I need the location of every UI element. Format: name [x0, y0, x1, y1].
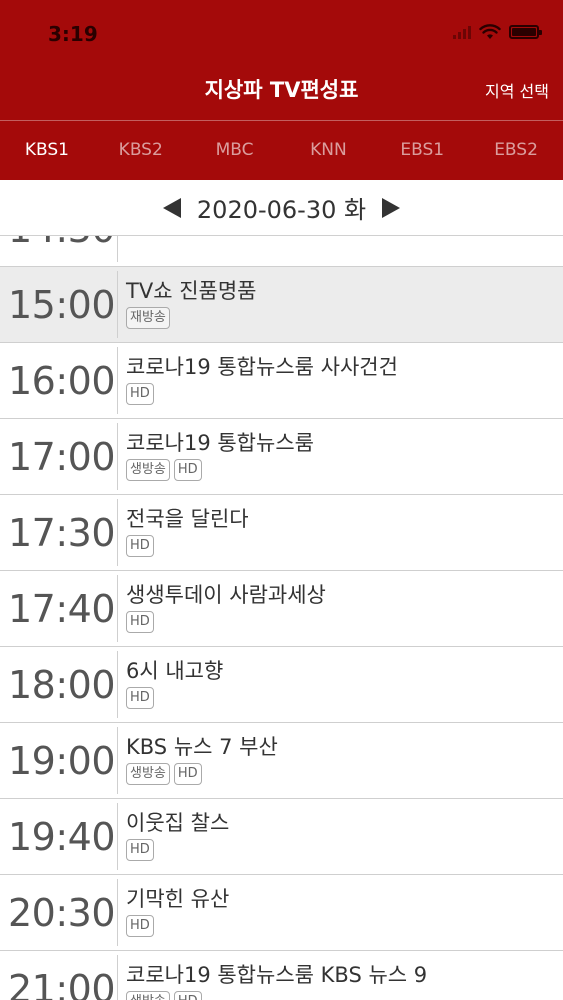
program-time: 14:30 — [8, 236, 116, 267]
hd-badge: HD — [173, 459, 202, 481]
prev-arrow-icon[interactable] — [162, 197, 181, 218]
program-time: 20:30 — [8, 891, 116, 935]
row-divider — [117, 803, 118, 870]
program-badges: 생방송HD — [126, 763, 557, 785]
program-time: 17:40 — [8, 587, 116, 631]
program-title: 6시 내고향 — [126, 659, 224, 683]
status-bar: 3:19 — [0, 0, 563, 66]
program-badges: HD — [126, 839, 557, 861]
tab-mbc[interactable]: MBC — [188, 121, 282, 180]
program-title: 코로나19 통합뉴스룸 — [126, 431, 314, 455]
live-badge: 생방송 — [126, 459, 170, 481]
row-divider — [117, 575, 118, 642]
hd-badge: HD — [126, 383, 154, 405]
page-title: 지상파 TV편성표 — [204, 78, 359, 102]
program-info: 이웃집 찰스 HD — [126, 809, 557, 861]
schedule-row[interactable]: 14:30재방송HD — [0, 236, 563, 267]
schedule-row[interactable]: 19:40 이웃집 찰스 HD — [0, 799, 563, 875]
program-time: 16:00 — [8, 359, 116, 403]
schedule-row[interactable]: 16:00 코로나19 통합뉴스룸 사사건건 HD — [0, 343, 563, 419]
status-time: 3:19 — [48, 22, 98, 46]
date-label: 2020-06-30 화 — [196, 196, 367, 224]
schedule-row[interactable]: 20:30 기막힌 유산 HD — [0, 875, 563, 951]
schedule-row[interactable]: 18:00 6시 내고향 HD — [0, 647, 563, 723]
row-divider — [117, 499, 118, 566]
date-navigator: 2020-06-30 화 — [0, 180, 563, 236]
program-title: 전국을 달린다 — [126, 507, 249, 531]
program-badges: HD — [126, 535, 557, 557]
schedule-row[interactable]: 19:00 KBS 뉴스 7 부산 생방송 HD — [0, 723, 563, 799]
program-badges: HD — [126, 687, 557, 709]
row-divider — [117, 727, 118, 794]
program-time: 18:00 — [8, 663, 116, 707]
status-icons — [453, 24, 542, 40]
hd-badge: HD — [126, 611, 154, 633]
row-divider — [117, 651, 118, 718]
tab-knn[interactable]: KNN — [281, 121, 375, 180]
battery-icon — [509, 25, 542, 39]
row-divider — [117, 347, 118, 414]
program-badges: 생방송HD — [126, 991, 557, 1000]
hd-badge: HD — [126, 839, 154, 861]
program-badges: 재방송 — [126, 307, 557, 329]
program-time: 17:30 — [8, 511, 116, 555]
row-divider — [117, 423, 118, 490]
row-divider — [117, 236, 118, 262]
cellular-signal-icon — [453, 25, 471, 39]
live-badge: 생방송 — [126, 763, 170, 785]
live-badge: 생방송 — [126, 991, 170, 1000]
program-title: 기막힌 유산 — [126, 887, 230, 911]
program-badges: 생방송HD — [126, 459, 557, 481]
program-title: 코로나19 통합뉴스룸 사사건건 — [126, 355, 398, 379]
hd-badge: HD — [126, 535, 154, 557]
row-divider — [117, 955, 118, 1000]
program-info: KBS 뉴스 7 부산생방송 HD — [126, 733, 557, 785]
hd-badge: HD — [126, 915, 154, 937]
program-title: KBS 뉴스 7 부산 — [126, 735, 278, 759]
program-time: 15:00 — [8, 283, 116, 327]
program-title: TV쇼 진품명품 — [126, 279, 257, 303]
hd-badge: HD — [173, 763, 202, 785]
schedule-row[interactable]: 17:30 전국을 달린다 HD — [0, 495, 563, 571]
tab-ebs2[interactable]: EBS2 — [469, 121, 563, 180]
program-time: 21:00 — [8, 967, 116, 1000]
tab-kbs1[interactable]: KBS1 — [0, 121, 94, 180]
app-header: 3:19 지상파 TV편성표 지역 선택 KBS1 KBS2 MBC KNN EBS1 E… — [0, 0, 563, 180]
hd-badge: HD — [173, 991, 202, 1000]
program-info: 코로나19 통합뉴스룸생방송 HD — [126, 429, 557, 481]
channel-tabs: KBS1 KBS2 MBC KNN EBS1 EBS2 — [0, 121, 563, 180]
program-info: 기막힌 유산 HD — [126, 885, 557, 937]
program-info: 코로나19 통합뉴스룸 KBS 뉴스 9 생방송HD — [126, 961, 557, 1000]
schedule-row[interactable]: 17:40 생생투데이 사람과세상 HD — [0, 571, 563, 647]
hd-badge: HD — [126, 687, 154, 709]
program-title: 코로나19 통합뉴스룸 KBS 뉴스 9 — [126, 963, 428, 987]
program-info: 6시 내고향 HD — [126, 657, 557, 709]
program-badges: HD — [126, 383, 557, 405]
program-info: 생생투데이 사람과세상 HD — [126, 581, 557, 633]
next-arrow-icon[interactable] — [382, 197, 401, 218]
region-select-button[interactable]: 지역 선택 — [485, 78, 549, 102]
tab-ebs1[interactable]: EBS1 — [375, 121, 469, 180]
schedule-list[interactable]: 14:30재방송HD15:00TV쇼 진품명품재방송16:00코로나19 통합뉴… — [0, 236, 563, 1000]
wifi-icon — [479, 24, 501, 40]
program-title: 생생투데이 사람과세상 — [126, 583, 326, 607]
schedule-row[interactable]: 15:00 TV쇼 진품명품 재방송 — [0, 267, 563, 343]
program-time: 19:40 — [8, 815, 116, 859]
row-divider — [117, 879, 118, 946]
program-badges: HD — [126, 915, 557, 937]
program-time: 19:00 — [8, 739, 116, 783]
program-title: 이웃집 찰스 — [126, 811, 230, 835]
program-badges: HD — [126, 611, 557, 633]
program-time: 17:00 — [8, 435, 116, 479]
program-info: 코로나19 통합뉴스룸 사사건건 HD — [126, 353, 557, 405]
program-info: TV쇼 진품명품재방송 — [126, 277, 557, 329]
tab-kbs2[interactable]: KBS2 — [94, 121, 188, 180]
program-info: 전국을 달린다 HD — [126, 505, 557, 557]
schedule-row[interactable]: 21:00 코로나19 통합뉴스룸 KBS 뉴스 9 생방송HD — [0, 951, 563, 1000]
rerun-badge: 재방송 — [126, 307, 170, 329]
row-divider — [117, 271, 118, 338]
schedule-row[interactable]: 17:00 코로나19 통합뉴스룸 생방송 HD — [0, 419, 563, 495]
